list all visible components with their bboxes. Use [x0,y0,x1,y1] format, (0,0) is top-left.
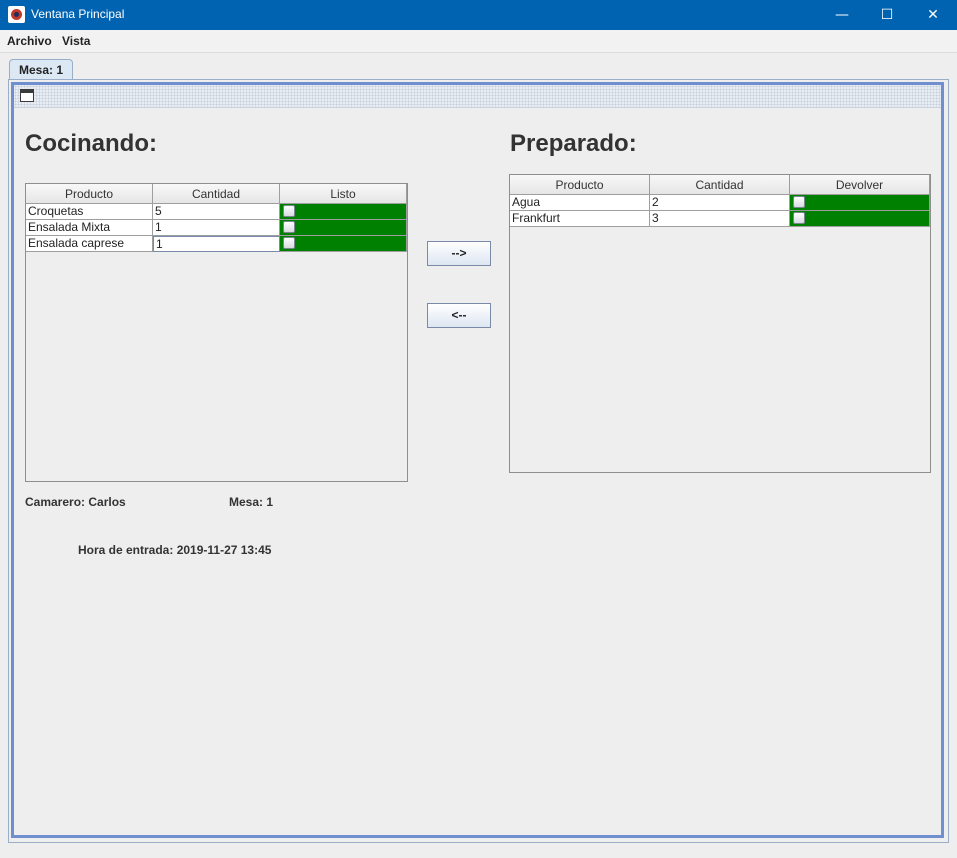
column-header-cantidad[interactable]: Cantidad [153,184,280,204]
column-header-listo[interactable]: Listo [280,184,407,204]
hora-entrada-label: Hora de entrada: 2019-11-27 13:45 [78,543,272,557]
cell-cantidad[interactable]: 3 [650,211,790,227]
cell-cantidad[interactable]: 1 [153,220,280,236]
app-icon [8,6,25,23]
devolver-checkbox[interactable] [793,196,805,208]
table-row[interactable]: Frankfurt 3 [510,211,930,227]
minimize-button[interactable]: — [819,0,865,30]
menu-archivo[interactable]: Archivo [7,34,52,48]
table-row[interactable]: Ensalada Mixta 1 [26,220,407,236]
menu-bar: Archivo Vista [0,30,957,53]
cell-devolver[interactable] [790,211,930,227]
table-row[interactable]: Agua 2 [510,195,930,211]
listo-checkbox[interactable] [283,221,295,233]
camarero-label: Camarero: Carlos [25,495,126,509]
window-icon [20,89,34,102]
listo-checkbox[interactable] [283,205,295,217]
table-header: Producto Cantidad Listo [26,184,407,204]
tab-mesa-1[interactable]: Mesa: 1 [9,59,73,80]
column-header-cantidad[interactable]: Cantidad [650,175,790,195]
listo-checkbox[interactable] [283,237,295,249]
title-bar: Ventana Principal — ☐ ✕ [0,0,957,30]
preparado-table[interactable]: Producto Cantidad Devolver Agua 2 Frankf… [509,174,931,473]
cell-cantidad[interactable]: 5 [153,204,280,220]
table-header: Producto Cantidad Devolver [510,175,930,195]
cell-producto[interactable]: Ensalada Mixta [26,220,153,236]
cell-producto[interactable]: Frankfurt [510,211,650,227]
cell-producto[interactable]: Agua [510,195,650,211]
move-to-preparado-button[interactable]: --> [427,241,491,266]
cell-cantidad[interactable]: 2 [650,195,790,211]
table-row[interactable]: Ensalada caprese 1 [26,236,407,252]
menu-vista[interactable]: Vista [62,34,90,48]
cocinando-heading: Cocinando: [25,130,157,157]
column-header-producto[interactable]: Producto [26,184,153,204]
cell-cantidad-editor[interactable]: 1 [153,236,280,252]
cell-producto[interactable]: Ensalada caprese [26,236,153,252]
cell-producto[interactable]: Croquetas [26,204,153,220]
table-row[interactable]: Croquetas 5 [26,204,407,220]
mesa-label: Mesa: 1 [229,495,274,509]
maximize-button[interactable]: ☐ [864,0,910,30]
preparado-heading: Preparado: [510,130,637,157]
cell-listo[interactable] [280,236,407,252]
cell-listo[interactable] [280,220,407,236]
cocinando-table[interactable]: Producto Cantidad Listo Croquetas 5 Ensa… [25,183,408,482]
window-title: Ventana Principal [31,7,125,21]
close-button[interactable]: ✕ [910,0,956,30]
column-header-producto[interactable]: Producto [510,175,650,195]
devolver-checkbox[interactable] [793,212,805,224]
move-to-cocinando-button[interactable]: <-- [427,303,491,328]
cell-devolver[interactable] [790,195,930,211]
internal-frame-titlebar[interactable] [14,85,941,108]
column-header-devolver[interactable]: Devolver [790,175,930,195]
cell-listo[interactable] [280,204,407,220]
